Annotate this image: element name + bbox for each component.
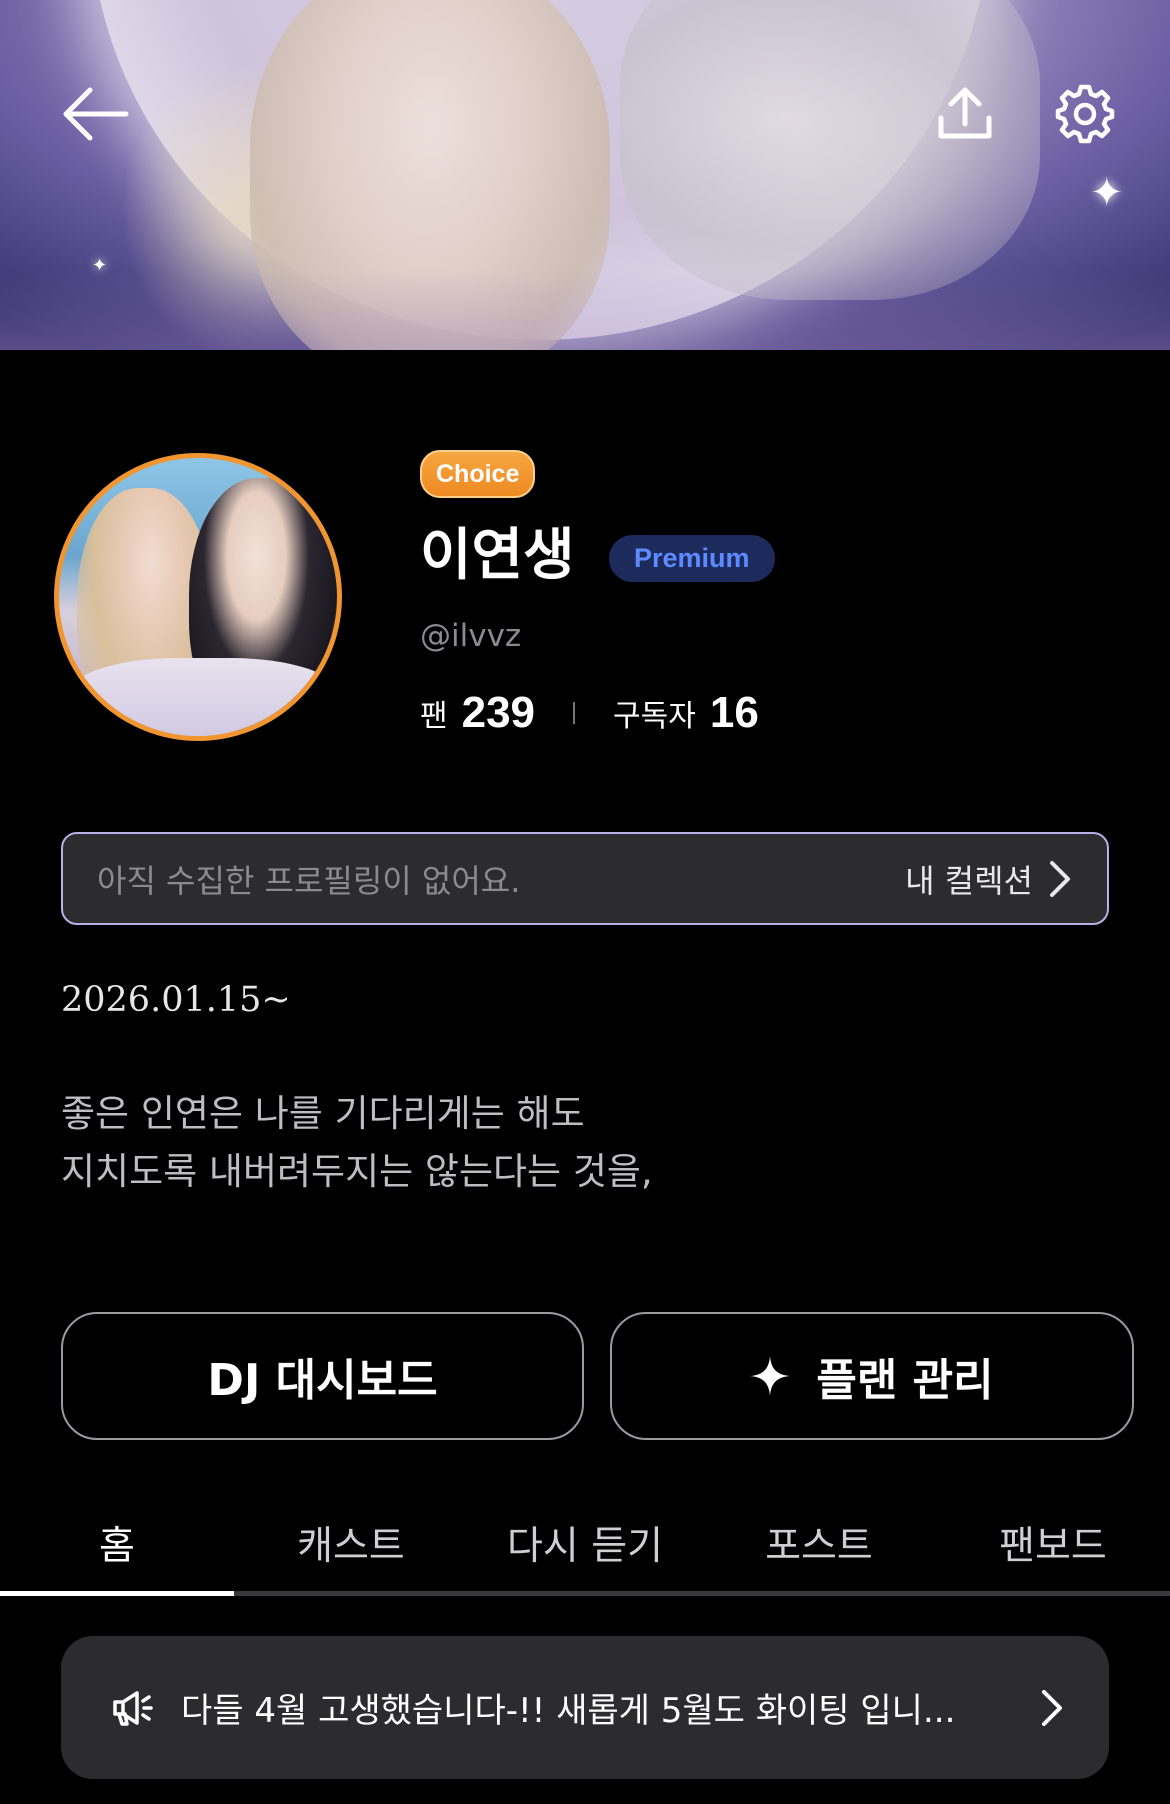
profile-name: 이연생 (420, 523, 575, 588)
megaphone-icon (113, 1690, 153, 1726)
fans-label: 팬 (420, 699, 448, 734)
collection-empty-message: 아직 수집한 프로필링이 없어요. (97, 861, 521, 900)
profile-tabs: 홈 캐스트 다시 듣기 포스트 팬보드 (0, 1495, 1170, 1591)
premium-badge: Premium (609, 535, 775, 582)
bio-line: 좋은 인연은 나를 기다리게는 해도 (61, 1092, 585, 1135)
choice-badge: Choice (420, 450, 536, 498)
my-collection-link[interactable]: 내 컬렉션 (905, 856, 1033, 902)
profile-banner: ✦ ✦ (0, 0, 1170, 350)
tab-post[interactable]: 포스트 (702, 1495, 936, 1591)
profile-handle: @ilvvz (420, 618, 522, 654)
bio-text: 좋은 인연은 나를 기다리게는 해도 지치도록 내버려두지는 않는다는 것을, (61, 1085, 653, 1201)
share-button[interactable] (925, 74, 1005, 154)
fans-count[interactable]: 239 (462, 688, 535, 738)
plan-manage-button[interactable]: 플랜 관리 (610, 1312, 1134, 1440)
tab-fanboard[interactable]: 팬보드 (936, 1495, 1170, 1591)
bio-line: 지치도록 내버려두지는 않는다는 것을, (61, 1150, 653, 1193)
dj-dashboard-button[interactable]: DJ 대시보드 (61, 1312, 584, 1440)
plan-manage-label: 플랜 관리 (816, 1355, 994, 1406)
arrow-left-icon (63, 87, 129, 141)
notice-banner[interactable]: 다들 4월 고생했습니다-!! 새롭게 5월도 화이팅 입니... (61, 1636, 1109, 1779)
back-button[interactable] (55, 74, 135, 154)
settings-button[interactable] (1045, 74, 1125, 154)
dj-dashboard-label: DJ 대시보드 (207, 1355, 438, 1406)
sparkle-icon: ✦ (92, 255, 108, 276)
tab-home[interactable]: 홈 (0, 1495, 234, 1591)
chevron-right-icon (1050, 860, 1070, 897)
sparkle-icon: ✦ (1090, 170, 1124, 216)
subscribers-count[interactable]: 16 (710, 688, 759, 738)
profile-avatar[interactable] (54, 453, 342, 741)
banner-fade (0, 270, 1170, 350)
chevron-right-icon (1042, 1689, 1062, 1726)
avatar-art-clothing (69, 658, 337, 736)
sparkle-icon (750, 1356, 791, 1396)
upload-icon (938, 87, 992, 139)
collection-bar[interactable]: 아직 수집한 프로필링이 없어요. 내 컬렉션 (61, 832, 1109, 925)
tab-cast[interactable]: 캐스트 (234, 1495, 468, 1591)
notice-text: 다들 4월 고생했습니다-!! 새롭게 5월도 화이팅 입니... (181, 1691, 956, 1731)
subscribers-label: 구독자 (613, 699, 696, 734)
tab-replay[interactable]: 다시 듣기 (468, 1495, 702, 1591)
profile-stats: 팬 239 구독자 16 (420, 688, 759, 738)
stats-divider (573, 702, 576, 724)
gear-icon (1055, 84, 1115, 144)
active-tab-indicator (0, 1591, 234, 1596)
bio-date: 2026.01.15~ (61, 980, 291, 1020)
